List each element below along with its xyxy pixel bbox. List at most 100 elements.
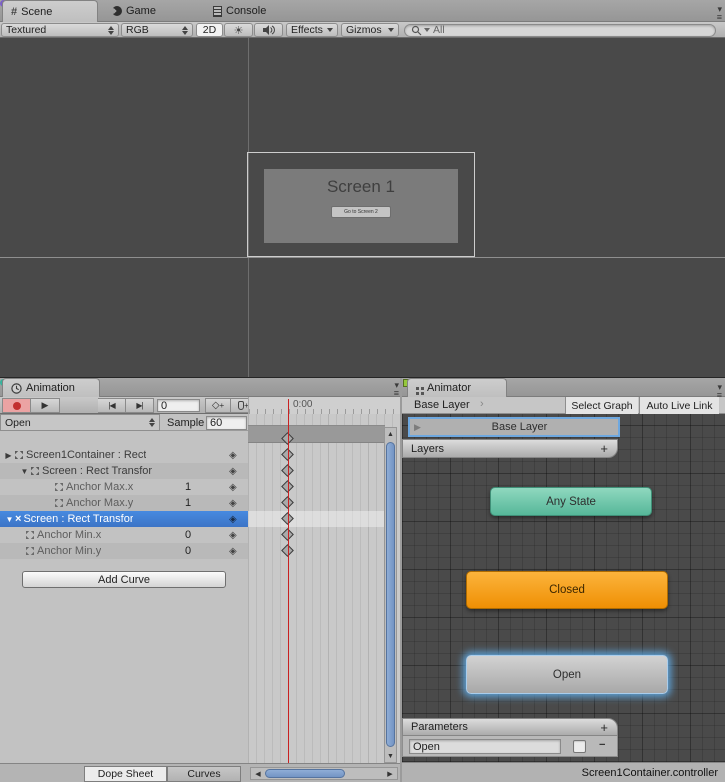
sun-icon: ☀ xyxy=(234,24,244,37)
scene-lighting-button[interactable]: ☀ xyxy=(224,23,253,37)
channels-dropdown[interactable]: RGB xyxy=(121,23,193,37)
parameter-name-field[interactable]: Open xyxy=(409,739,561,754)
animation-row-anchor-min-y[interactable]: Anchor Min.y 0 ◈ xyxy=(0,543,248,559)
sample-field[interactable]: 60 xyxy=(206,416,247,430)
add-parameter-icon[interactable]: + xyxy=(600,720,608,735)
next-keyframe-button[interactable]: ▶| xyxy=(126,398,154,413)
select-graph-button[interactable]: Select Graph xyxy=(565,397,638,414)
animation-toolbar: ▶ |◀ ▶| 0 ◇+ + xyxy=(0,397,248,414)
animator-status-bar: Screen1Container.controller xyxy=(402,762,725,782)
updown-arrows-icon xyxy=(149,418,155,427)
channels-label: RGB xyxy=(126,24,179,36)
screen1-panel: Screen 1 Go to Screen 2 xyxy=(264,169,458,243)
keyframe-icon[interactable]: ◈ xyxy=(229,546,237,557)
timeline-playhead[interactable] xyxy=(288,399,289,763)
frame-number-field[interactable]: 0 xyxy=(157,399,200,412)
search-filter-caret-icon xyxy=(424,28,430,32)
go-to-screen2-button[interactable]: Go to Screen 2 xyxy=(331,206,391,218)
timeline-vscrollbar[interactable]: ▲ ▼ xyxy=(384,427,397,763)
updown-arrows-icon xyxy=(182,26,188,35)
keyframe-icon[interactable]: ◈ xyxy=(229,514,237,525)
tab-scene[interactable]: # Scene xyxy=(2,0,98,22)
tab-console[interactable]: Console xyxy=(205,0,297,22)
scroll-right-icon[interactable]: ▶ xyxy=(385,768,395,779)
dope-sheet-label: Dope Sheet xyxy=(98,768,153,780)
add-curve-button[interactable]: Add Curve xyxy=(22,571,226,588)
vscrollbar-thumb[interactable] xyxy=(386,442,395,747)
animation-row-anchor-min-x[interactable]: Anchor Min.x 0 ◈ xyxy=(0,527,248,543)
animation-panel-menu-icon[interactable]: ▾≡ xyxy=(383,381,398,397)
hscrollbar-thumb[interactable] xyxy=(265,769,345,778)
scroll-down-icon[interactable]: ▼ xyxy=(385,751,396,761)
row-value[interactable]: 0 xyxy=(185,529,191,541)
tab-console-label: Console xyxy=(226,5,266,17)
play-button[interactable]: ▶ xyxy=(31,398,60,413)
selected-row-band xyxy=(248,511,385,527)
foldout-icon[interactable]: ▼ xyxy=(19,467,30,476)
remove-parameter-icon[interactable]: − xyxy=(599,739,605,751)
timeline-ruler[interactable]: 0:00 xyxy=(248,397,400,414)
record-button[interactable] xyxy=(2,398,31,413)
keyframe-icon[interactable]: ◈ xyxy=(229,482,237,493)
row-label: Anchor Min.y xyxy=(37,545,101,557)
animation-row-anchor-max-y[interactable]: Anchor Max.y 1 ◈ xyxy=(0,495,248,511)
state-any-state[interactable]: Any State xyxy=(490,487,652,516)
gizmos-dropdown[interactable]: Gizmos xyxy=(341,23,399,37)
effects-dropdown[interactable]: Effects xyxy=(286,23,338,37)
animation-row-screen-rt-1[interactable]: ▼ Screen : Rect Transfor ◈ xyxy=(0,463,248,479)
scene-grid-icon: # xyxy=(11,6,17,18)
tab-game[interactable]: Game xyxy=(104,0,180,22)
scene-viewport[interactable]: Screen 1 Go to Screen 2 xyxy=(0,38,725,378)
scene-panel-menu-icon[interactable]: ▾≡ xyxy=(705,5,721,21)
speaker-icon xyxy=(263,25,275,35)
auto-live-link-button[interactable]: Auto Live Link xyxy=(639,397,719,414)
breadcrumb-base-layer[interactable]: Base Layer xyxy=(414,399,470,411)
any-state-label: Any State xyxy=(546,496,596,508)
state-open[interactable]: Open xyxy=(466,655,668,694)
row-value[interactable]: 1 xyxy=(185,497,191,509)
row-label: Anchor Min.x xyxy=(37,529,101,541)
animation-row-anchor-max-x[interactable]: Anchor Max.x 1 ◈ xyxy=(0,479,248,495)
parameters-header[interactable]: Parameters + xyxy=(402,718,618,736)
2d-toggle-button[interactable]: 2D xyxy=(196,23,223,37)
scroll-up-icon[interactable]: ▲ xyxy=(385,429,396,439)
foldout-icon[interactable]: ▶ xyxy=(3,451,14,460)
rect-transform-icon xyxy=(30,466,40,476)
render-mode-label: Textured xyxy=(6,24,105,36)
row-value[interactable]: 0 xyxy=(185,545,191,557)
foldout-icon[interactable]: ▼ xyxy=(4,515,15,524)
layers-header[interactable]: Layers + xyxy=(402,439,618,458)
state-closed[interactable]: Closed xyxy=(466,571,668,609)
timeline-hscrollbar[interactable]: ◀ ▶ xyxy=(250,767,398,780)
dope-sheet-area[interactable]: ▲ ▼ xyxy=(248,414,400,763)
layer-item-base-layer[interactable]: ▶ Base Layer xyxy=(408,417,620,437)
tab-dope-sheet[interactable]: Dope Sheet xyxy=(84,766,167,782)
keyframe-icon[interactable]: ◈ xyxy=(229,530,237,541)
parameter-bool-checkbox[interactable] xyxy=(573,740,586,753)
render-mode-dropdown[interactable]: Textured xyxy=(1,23,119,37)
rect-stretch-icon: × xyxy=(15,513,21,525)
animator-graph-area[interactable]: Any State Closed Open xyxy=(402,414,725,762)
row-value[interactable]: 1 xyxy=(185,481,191,493)
tab-curves[interactable]: Curves xyxy=(167,766,241,782)
prev-keyframe-button[interactable]: |◀ xyxy=(98,398,126,413)
clip-selector-dropdown[interactable]: Open xyxy=(0,414,160,431)
scene-search-field[interactable]: All xyxy=(404,24,716,37)
breadcrumb-chevron-icon: › xyxy=(480,398,484,410)
keyframe-icon[interactable]: ◈ xyxy=(229,466,237,477)
scroll-left-icon[interactable]: ◀ xyxy=(253,768,263,779)
parameter-name-value: Open xyxy=(413,741,440,753)
keyframe-icon[interactable]: ◈ xyxy=(229,498,237,509)
animation-row-screen-rt-2-selected[interactable]: ▼ × Screen : Rect Transfor ◈ xyxy=(0,511,248,527)
add-layer-icon[interactable]: + xyxy=(600,441,608,456)
keyframe-icon[interactable]: ◈ xyxy=(229,450,237,461)
add-keyframe-button[interactable]: ◇+ xyxy=(205,398,231,413)
tab-animator[interactable]: Animator xyxy=(407,378,507,397)
screen1-title: Screen 1 xyxy=(264,177,458,197)
animation-clip-row: Open Sample 60 xyxy=(0,414,248,431)
animation-row-screen1container[interactable]: ▶ Screen1Container : Rect ◈ xyxy=(0,447,248,463)
tab-game-label: Game xyxy=(126,5,156,17)
scene-audio-button[interactable] xyxy=(254,23,283,37)
tab-animation[interactable]: Animation xyxy=(2,378,100,397)
animator-panel: Animator ▾≡ Base Layer › Select Graph Au… xyxy=(402,378,725,782)
